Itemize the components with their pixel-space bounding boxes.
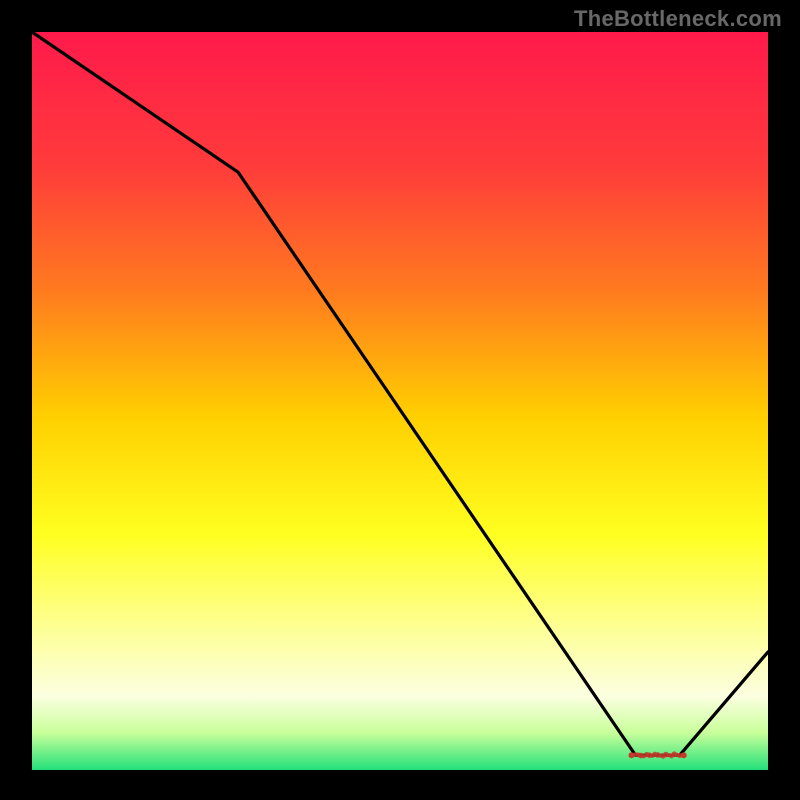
chart-container: { "watermark": "TheBottleneck.com", "cha… <box>0 0 800 800</box>
plot-background <box>32 32 768 770</box>
bottleneck-chart <box>0 0 800 800</box>
watermark-text: TheBottleneck.com <box>574 6 782 32</box>
